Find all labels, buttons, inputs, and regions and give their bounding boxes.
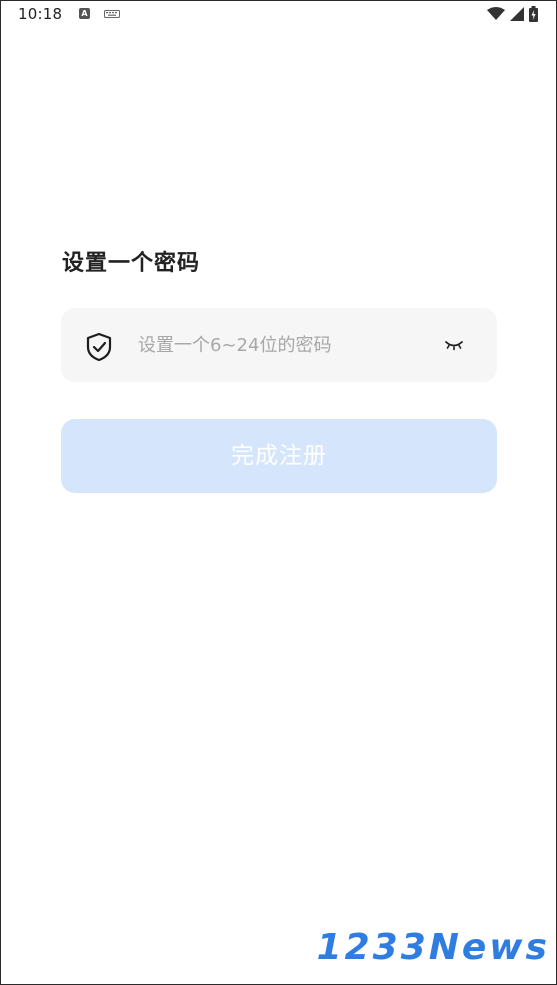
keyboard-icon	[104, 10, 120, 18]
status-bar: 10:18 A	[1, 1, 556, 29]
status-time: 10:18	[18, 5, 63, 23]
eye-closed-icon[interactable]	[443, 337, 465, 353]
notification-a-icon: A	[79, 8, 90, 19]
status-icons	[487, 5, 538, 23]
wifi-icon	[487, 7, 505, 20]
battery-icon	[529, 6, 538, 22]
password-input[interactable]	[138, 328, 428, 362]
watermark: 1233News	[316, 927, 550, 968]
password-field[interactable]	[61, 308, 497, 382]
shield-check-icon	[86, 332, 112, 362]
page-title: 设置一个密码	[62, 251, 201, 276]
app-screen: 10:18 A 设置一个密码 完成注册 1233News	[0, 0, 557, 985]
complete-registration-button[interactable]: 完成注册	[61, 419, 497, 493]
signal-icon	[510, 7, 524, 21]
